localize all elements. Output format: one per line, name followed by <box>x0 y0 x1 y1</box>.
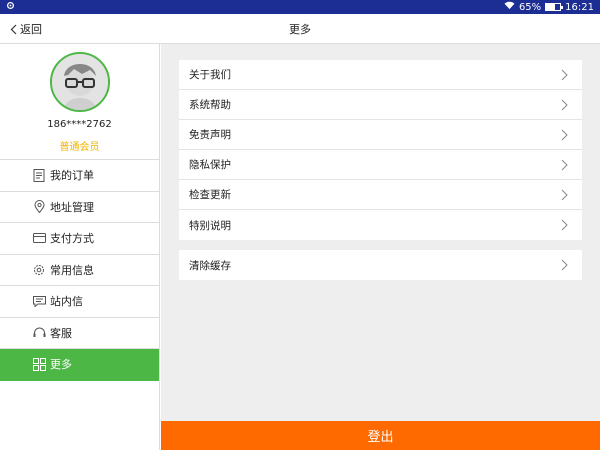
list-item-label: 系统帮助 <box>189 99 231 111</box>
chevron-right-icon <box>561 129 568 141</box>
cache-list-group: 清除缓存 <box>179 250 582 280</box>
grid-icon <box>32 357 46 371</box>
chevron-right-icon <box>561 159 568 171</box>
sidebar-item-label: 更多 <box>50 358 72 372</box>
sidebar-item-payment[interactable]: 支付方式 <box>0 223 159 255</box>
sidebar-item-label: 客服 <box>50 326 72 340</box>
battery-icon <box>545 3 564 11</box>
list-item-label: 检查更新 <box>189 189 231 201</box>
user-profile: 186****2762 普通会员 <box>0 44 159 160</box>
chevron-right-icon <box>561 69 568 81</box>
gear-icon <box>32 263 46 277</box>
sidebar: 186****2762 普通会员 我的订单 地址管理 支付方式 常用信息 站内信 <box>0 44 160 450</box>
back-button[interactable]: 返回 <box>10 14 42 44</box>
avatar[interactable] <box>49 52 110 112</box>
user-phone: 186****2762 <box>47 119 112 130</box>
headset-icon <box>32 326 46 340</box>
member-level: 普通会员 <box>59 142 100 153</box>
chevron-right-icon <box>561 219 568 231</box>
list-item-privacy[interactable]: 隐私保护 <box>179 150 582 180</box>
sidebar-item-address[interactable]: 地址管理 <box>0 192 159 223</box>
list-item-label: 隐私保护 <box>189 159 231 171</box>
list-item-system-help[interactable]: 系统帮助 <box>179 90 582 120</box>
list-item-label: 特别说明 <box>189 219 231 232</box>
location-pin-icon <box>32 200 46 214</box>
list-item-label: 免责声明 <box>189 129 231 141</box>
sidebar-item-label: 我的订单 <box>50 169 94 183</box>
chevron-left-icon <box>10 24 17 34</box>
avatar-face-icon <box>51 54 108 110</box>
order-list-icon <box>32 168 46 182</box>
settings-gear-icon <box>6 1 15 13</box>
sidebar-item-label: 支付方式 <box>50 232 94 246</box>
sidebar-item-common-info[interactable]: 常用信息 <box>0 255 159 286</box>
message-icon <box>32 294 46 308</box>
clock: 16:21 <box>565 1 594 13</box>
back-label: 返回 <box>20 23 42 36</box>
list-item-check-update[interactable]: 检查更新 <box>179 180 582 210</box>
list-item-clear-cache[interactable]: 清除缓存 <box>179 250 582 280</box>
logout-button[interactable]: 登出 <box>161 421 600 450</box>
navigation-bar: 返回 更多 <box>0 14 600 44</box>
list-item-disclaimer[interactable]: 免责声明 <box>179 120 582 150</box>
more-content: 关于我们 系统帮助 免责声明 隐私保护 检查更新 特别说明 清除缓存 <box>161 44 600 421</box>
list-item-about-us[interactable]: 关于我们 <box>179 60 582 90</box>
sidebar-item-label: 站内信 <box>50 295 83 309</box>
status-bar: 65% 16:21 <box>0 0 600 14</box>
wifi-icon <box>504 1 515 13</box>
list-item-special-notes[interactable]: 特别说明 <box>179 210 582 240</box>
sidebar-item-messages[interactable]: 站内信 <box>0 286 159 318</box>
battery-percent: 65% <box>518 1 542 13</box>
chevron-right-icon <box>561 99 568 111</box>
chevron-right-icon <box>561 189 568 201</box>
sidebar-item-label: 常用信息 <box>50 263 94 277</box>
list-item-label: 关于我们 <box>189 69 231 81</box>
more-list-group: 关于我们 系统帮助 免责声明 隐私保护 检查更新 特别说明 <box>179 60 582 240</box>
page-title: 更多 <box>289 22 311 36</box>
sidebar-item-more[interactable]: 更多 <box>0 349 159 381</box>
sidebar-item-label: 地址管理 <box>50 200 94 214</box>
battery-level-fill <box>546 4 556 10</box>
credit-card-icon <box>32 231 46 245</box>
chevron-right-icon <box>561 259 568 271</box>
list-item-label: 清除缓存 <box>189 259 231 272</box>
sidebar-item-orders[interactable]: 我的订单 <box>0 160 159 192</box>
sidebar-item-customer-service[interactable]: 客服 <box>0 318 159 349</box>
